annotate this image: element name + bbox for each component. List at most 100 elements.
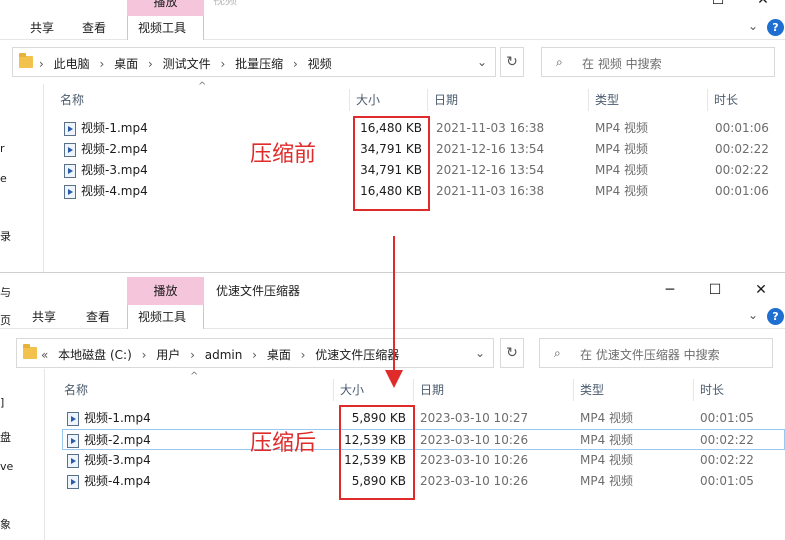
column-header-date[interactable]: 日期 <box>427 89 588 111</box>
file-duration: 00:01:06 <box>715 121 769 135</box>
breadcrumb-this-pc[interactable]: 此电脑 <box>54 57 90 71</box>
column-header-type[interactable]: 类型 <box>588 89 707 111</box>
column-header-duration[interactable]: 时长 <box>707 89 785 111</box>
column-header-name[interactable]: 名称 <box>58 379 333 401</box>
file-name: 视频-4.mp4 <box>84 474 151 488</box>
minimize-button[interactable]: ─ <box>655 278 685 302</box>
annotation-after: 压缩后 <box>250 431 317 456</box>
file-type: MP4 视频 <box>595 184 649 198</box>
breadcrumb-separator-icon: › <box>252 348 257 362</box>
file-row[interactable]: 视频-1.mp4 5,890 KB 2023-03-10 10:27 MP4 视… <box>64 408 780 429</box>
annotation-before: 压缩前 <box>250 142 317 167</box>
column-header-name[interactable]: 名称 <box>54 89 349 111</box>
collapse-ribbon-icon[interactable]: ⌄ <box>748 308 758 322</box>
file-row[interactable]: 视频-3.mp4 12,539 KB 2023-03-10 10:26 MP4 … <box>64 450 780 471</box>
breadcrumb-admin[interactable]: admin <box>205 348 243 362</box>
tab-share[interactable]: 共享 <box>30 16 54 40</box>
column-headers: ^ 名称 大小 日期 类型 时长 <box>52 371 785 401</box>
file-row-selected[interactable]: 视频-2.mp4 12,539 KB 2023-03-10 10:26 MP4 … <box>62 429 785 450</box>
nav-item-fragment[interactable]: 盘 <box>0 429 11 445</box>
nav-item-fragment[interactable]: 象 <box>0 516 11 532</box>
file-date: 2021-12-16 13:54 <box>436 163 545 177</box>
breadcrumb-local-disk[interactable]: 本地磁盘 (C:) <box>58 348 132 362</box>
file-date: 2023-03-10 10:26 <box>420 433 529 447</box>
minimize-button[interactable]: ─ <box>670 0 700 12</box>
column-header-type[interactable]: 类型 <box>573 379 693 401</box>
maximize-button[interactable]: ☐ <box>703 0 733 12</box>
breadcrumb[interactable]: « 本地磁盘 (C:) › 用户 › admin › 桌面 › 优速文件压缩器 <box>41 346 405 363</box>
navigation-pane[interactable]: r e 录 <box>0 84 44 272</box>
search-input[interactable]: 在 视频 中搜索 <box>582 55 662 72</box>
help-icon[interactable]: ? <box>767 19 784 36</box>
file-type: MP4 视频 <box>595 142 649 156</box>
video-file-icon <box>67 454 79 468</box>
nav-item-fragment[interactable]: ] <box>0 396 4 409</box>
search-input[interactable]: 在 优速文件压缩器 中搜索 <box>580 346 720 363</box>
nav-pane-divider[interactable] <box>44 369 45 540</box>
close-button[interactable]: ✕ <box>746 278 776 302</box>
tab-video-tools[interactable]: 视频工具 <box>127 305 204 329</box>
navigation-pane[interactable]: 与 页 ] 盘 ve 象 <box>0 273 44 540</box>
explorer-window-before: 播放 视频 ─ ☐ ✕ 共享 查看 视频工具 ⌄ ? › 此电脑 › 桌面 › … <box>0 0 785 272</box>
file-name: 视频-2.mp4 <box>81 142 148 156</box>
context-tab-header-play[interactable]: 播放 <box>127 0 204 16</box>
arrow-down-icon <box>385 370 403 388</box>
breadcrumb-compressor-folder[interactable]: 优速文件压缩器 <box>315 348 399 362</box>
refresh-button[interactable]: ↻ <box>500 47 524 77</box>
window-title: 优速文件压缩器 <box>216 284 301 298</box>
column-header-date[interactable]: 日期 <box>413 379 573 401</box>
maximize-button[interactable]: ☐ <box>700 278 730 302</box>
file-duration: 00:02:22 <box>700 433 754 447</box>
breadcrumb-users[interactable]: 用户 <box>156 348 180 362</box>
breadcrumb-batch-compress[interactable]: 批量压缩 <box>235 57 283 71</box>
address-bar[interactable]: › 此电脑 › 桌面 › 测试文件 › 批量压缩 › 视频 ⌄ <box>12 47 496 77</box>
column-header-duration[interactable]: 时长 <box>693 379 785 401</box>
file-name: 视频-3.mp4 <box>81 163 148 177</box>
breadcrumb-videos[interactable]: 视频 <box>308 57 332 71</box>
address-bar[interactable]: « 本地磁盘 (C:) › 用户 › admin › 桌面 › 优速文件压缩器 … <box>16 338 494 368</box>
search-icon: ⌕ <box>554 346 561 360</box>
breadcrumb-desktop[interactable]: 桌面 <box>114 57 138 71</box>
address-dropdown-icon[interactable]: ⌄ <box>477 55 487 69</box>
nav-item-fragment[interactable]: ve <box>0 460 13 473</box>
file-date: 2021-11-03 16:38 <box>436 184 545 198</box>
collapse-ribbon-icon[interactable]: ⌄ <box>748 19 758 33</box>
breadcrumb-test-files[interactable]: 测试文件 <box>163 57 211 71</box>
file-date: 2021-12-16 13:54 <box>436 142 545 156</box>
nav-item-fragment[interactable]: 与 <box>0 284 11 300</box>
video-file-icon <box>64 185 76 199</box>
tab-view[interactable]: 查看 <box>86 305 110 329</box>
file-duration: 00:02:22 <box>715 142 769 156</box>
video-file-icon <box>67 434 79 448</box>
nav-item-fragment[interactable]: 页 <box>0 312 11 328</box>
file-name: 视频-1.mp4 <box>81 121 148 135</box>
ribbon-tabs: 共享 查看 视频工具 ⌄ ? <box>0 16 785 40</box>
breadcrumb-separator-icon: › <box>190 348 195 362</box>
nav-item-fragment[interactable]: e <box>0 172 7 185</box>
breadcrumb-desktop[interactable]: 桌面 <box>267 348 291 362</box>
search-box[interactable]: ⌕ 在 优速文件压缩器 中搜索 <box>539 338 773 368</box>
column-header-size[interactable]: 大小 <box>349 89 427 111</box>
breadcrumb-separator-icon: › <box>99 57 105 71</box>
folder-icon <box>19 53 33 68</box>
search-box[interactable]: ⌕ 在 视频 中搜索 <box>541 47 775 77</box>
close-button[interactable]: ✕ <box>748 0 778 12</box>
breadcrumb[interactable]: › 此电脑 › 桌面 › 测试文件 › 批量压缩 › 视频 <box>39 55 338 72</box>
nav-item-fragment[interactable]: 录 <box>0 228 11 244</box>
context-tab-header-play[interactable]: 播放 <box>127 277 204 305</box>
nav-item-fragment[interactable]: r <box>0 142 5 155</box>
size-highlight-box <box>353 116 430 211</box>
breadcrumb-separator-icon: › <box>147 57 153 71</box>
file-duration: 00:01:06 <box>715 184 769 198</box>
tab-view[interactable]: 查看 <box>82 16 106 40</box>
file-duration: 00:02:22 <box>700 453 754 467</box>
help-icon[interactable]: ? <box>767 308 784 325</box>
video-file-icon <box>64 143 76 157</box>
address-dropdown-icon[interactable]: ⌄ <box>475 346 485 360</box>
file-name: 视频-4.mp4 <box>81 184 148 198</box>
tab-video-tools[interactable]: 视频工具 <box>127 16 204 40</box>
file-type: MP4 视频 <box>580 411 634 425</box>
file-row[interactable]: 视频-4.mp4 5,890 KB 2023-03-10 10:26 MP4 视… <box>64 471 780 492</box>
refresh-button[interactable]: ↻ <box>500 338 524 368</box>
file-name: 视频-1.mp4 <box>84 411 151 425</box>
